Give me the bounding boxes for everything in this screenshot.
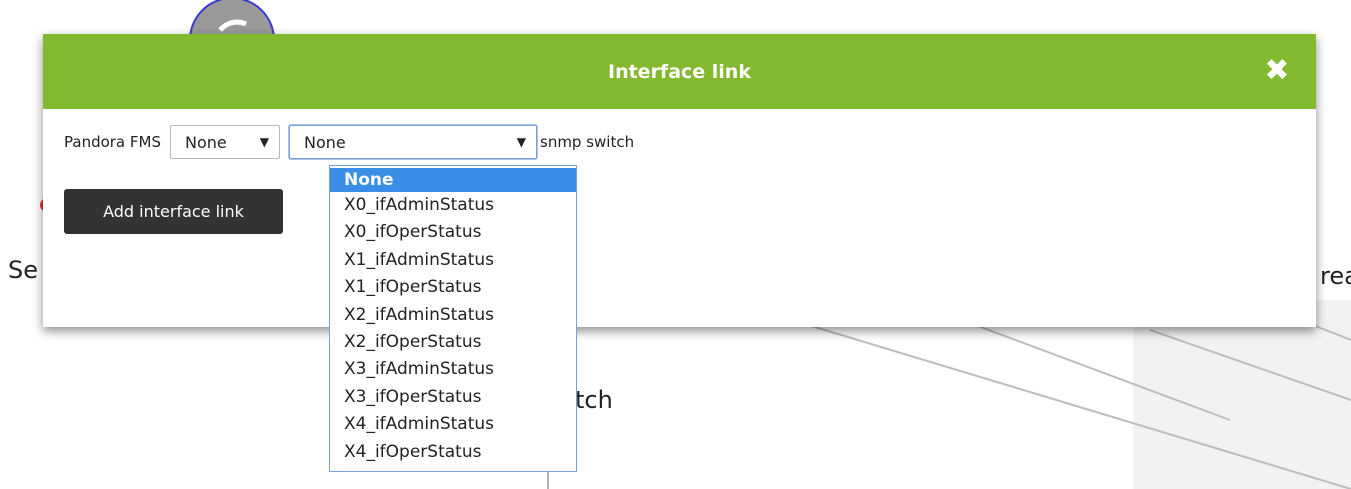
map-node-label-right: rea — [1320, 262, 1351, 290]
add-interface-link-button[interactable]: Add interface link — [64, 189, 283, 234]
agent1-select-value: None — [185, 132, 227, 152]
agent2-select-value: None — [304, 132, 346, 152]
dialog-header: Interface link ✖ — [43, 34, 1316, 109]
link-config-row: Pandora FMS None ▼ None ▼ snmp switch — [64, 125, 634, 159]
interface-dropdown-list[interactable]: None X0_ifAdminStatus X0_ifOperStatus X1… — [329, 165, 577, 472]
agent1-interface-select[interactable]: None ▼ — [170, 125, 280, 159]
chevron-down-icon: ▼ — [516, 135, 526, 149]
dropdown-option[interactable]: X3_ifAdminStatus — [330, 356, 576, 383]
agent1-label: Pandora FMS — [64, 133, 161, 151]
dropdown-option[interactable]: X3_ifOperStatus — [330, 384, 576, 411]
dialog-title: Interface link — [608, 60, 751, 83]
dropdown-option[interactable]: X4_ifAdminStatus — [330, 411, 576, 438]
map-node-label-left: Se — [8, 256, 38, 284]
dropdown-option[interactable]: X2_ifOperStatus — [330, 329, 576, 356]
agent2-interface-select[interactable]: None ▼ — [289, 125, 537, 159]
dropdown-option[interactable]: X1_ifOperStatus — [330, 274, 576, 301]
dropdown-option[interactable]: X0_ifAdminStatus — [330, 192, 576, 219]
chevron-down-icon: ▼ — [259, 135, 269, 149]
dropdown-option[interactable]: X4_ifOperStatus — [330, 439, 576, 466]
agent2-label: snmp switch — [540, 133, 635, 151]
map-node-label-switch: tch — [575, 386, 613, 414]
dropdown-option[interactable]: None — [330, 168, 576, 192]
dropdown-option[interactable]: X2_ifAdminStatus — [330, 302, 576, 329]
close-icon[interactable]: ✖ — [1264, 56, 1290, 86]
dropdown-option[interactable]: X0_ifOperStatus — [330, 219, 576, 246]
interface-link-dialog: Interface link ✖ Pandora FMS None ▼ None… — [43, 34, 1316, 327]
dropdown-option[interactable]: X1_ifAdminStatus — [330, 247, 576, 274]
